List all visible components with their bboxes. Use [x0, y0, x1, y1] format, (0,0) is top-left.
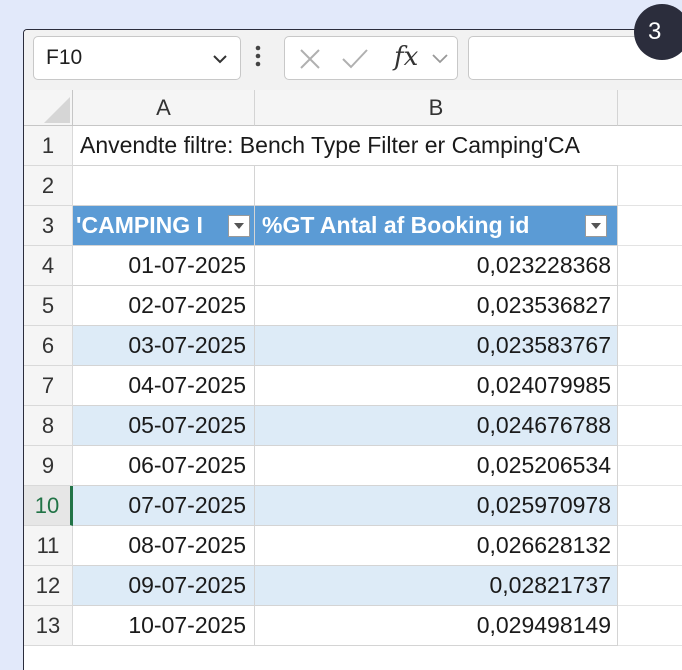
empty-cell[interactable] [618, 606, 682, 646]
table-row: 1 Anvendte filtre: Bench Type Filter er … [24, 126, 682, 166]
step-badge: 3 [634, 4, 682, 60]
row-header[interactable]: 2 [24, 166, 73, 206]
row-header[interactable]: 4 [24, 246, 73, 286]
date-cell[interactable]: 05-07-2025 [73, 406, 255, 446]
table-row: 10 07-07-2025 0,025970978 [24, 486, 682, 526]
date-cell[interactable]: 07-07-2025 [73, 486, 255, 526]
column-header-row: A B [24, 90, 682, 126]
select-all-icon [44, 97, 70, 123]
row-header[interactable]: 8 [24, 406, 73, 446]
date-cell[interactable]: 02-07-2025 [73, 286, 255, 326]
table-row: 7 04-07-2025 0,024079985 [24, 366, 682, 406]
chevron-down-icon[interactable] [210, 49, 230, 69]
cell-c1[interactable] [618, 126, 682, 166]
empty-cell[interactable] [618, 286, 682, 326]
cell-a2[interactable] [73, 166, 255, 206]
table-row: 5 02-07-2025 0,023536827 [24, 286, 682, 326]
table-row: 11 08-07-2025 0,026628132 [24, 526, 682, 566]
formula-controls: fx [284, 36, 458, 80]
column-header-a[interactable]: A [73, 90, 255, 126]
chevron-down-icon[interactable] [431, 51, 449, 67]
filter-arrow-icon [234, 223, 244, 229]
value-cell[interactable]: 0,026628132 [255, 526, 618, 566]
row-header[interactable]: 3 [24, 206, 73, 246]
empty-cell[interactable] [618, 406, 682, 446]
cancel-icon[interactable] [298, 47, 322, 71]
date-cell[interactable]: 09-07-2025 [73, 566, 255, 606]
date-cell[interactable]: 10-07-2025 [73, 606, 255, 646]
value-cell[interactable]: 0,025970978 [255, 486, 618, 526]
value-cell[interactable]: 0,029498149 [255, 606, 618, 646]
select-all-corner[interactable] [24, 90, 73, 126]
date-cell[interactable]: 03-07-2025 [73, 326, 255, 366]
value-cell[interactable]: 0,023536827 [255, 286, 618, 326]
row-header[interactable]: 6 [24, 326, 73, 366]
selected-cell-f10[interactable] [618, 486, 682, 526]
empty-cell[interactable] [618, 366, 682, 406]
more-options-icon[interactable] [254, 44, 262, 68]
filter-arrow-icon [591, 223, 601, 229]
empty-cell[interactable] [618, 566, 682, 606]
empty-cell[interactable] [618, 526, 682, 566]
row-header[interactable]: 9 [24, 446, 73, 486]
date-cell[interactable]: 08-07-2025 [73, 526, 255, 566]
row-header-active[interactable]: 10 [24, 486, 73, 526]
date-cell[interactable]: 06-07-2025 [73, 446, 255, 486]
header-cell-gt-antal[interactable]: %GT Antal af Booking id [255, 206, 618, 246]
name-box[interactable]: F10 [33, 36, 241, 80]
header-label: %GT Antal af Booking id [262, 212, 530, 238]
header-label: 'CAMPING I [76, 212, 203, 238]
value-cell[interactable]: 0,023228368 [255, 246, 618, 286]
date-cell[interactable]: 01-07-2025 [73, 246, 255, 286]
table-row: 12 09-07-2025 0,02821737 [24, 566, 682, 606]
filter-dropdown-button[interactable] [228, 215, 250, 237]
row-header[interactable]: 13 [24, 606, 73, 646]
excel-window: F10 fx A B 1 Anvendte filtre: Bench Type… [23, 29, 682, 670]
table-row: 6 03-07-2025 0,023583767 [24, 326, 682, 366]
table-row: 2 [24, 166, 682, 206]
filter-dropdown-button[interactable] [585, 215, 607, 237]
insert-function-button[interactable]: fx [394, 42, 418, 72]
cell-b2[interactable] [255, 166, 618, 206]
value-cell[interactable]: 0,02821737 [255, 566, 618, 606]
table-row: 4 01-07-2025 0,023228368 [24, 246, 682, 286]
column-header-b[interactable]: B [255, 90, 618, 126]
value-cell[interactable]: 0,023583767 [255, 326, 618, 366]
table-row: 13 10-07-2025 0,029498149 [24, 606, 682, 646]
row-header[interactable]: 7 [24, 366, 73, 406]
empty-cell[interactable] [618, 326, 682, 366]
column-header-c[interactable] [618, 90, 682, 126]
table-row: 9 06-07-2025 0,025206534 [24, 446, 682, 486]
formula-bar: F10 fx [24, 30, 682, 90]
value-cell[interactable]: 0,024079985 [255, 366, 618, 406]
cell-a1[interactable]: Anvendte filtre: Bench Type Filter er Ca… [73, 126, 633, 166]
cell-c3[interactable] [618, 206, 682, 246]
enter-check-icon[interactable] [341, 47, 369, 71]
table-header-row: 3 'CAMPING I %GT Antal af Booking id [24, 206, 682, 246]
cell-c2[interactable] [618, 166, 682, 206]
header-cell-camping[interactable]: 'CAMPING I [73, 206, 255, 246]
row-header[interactable]: 1 [24, 126, 73, 166]
value-cell[interactable]: 0,025206534 [255, 446, 618, 486]
row-header[interactable]: 12 [24, 566, 73, 606]
row-header[interactable]: 11 [24, 526, 73, 566]
empty-cell[interactable] [618, 246, 682, 286]
empty-cell[interactable] [618, 446, 682, 486]
date-cell[interactable]: 04-07-2025 [73, 366, 255, 406]
value-cell[interactable]: 0,024676788 [255, 406, 618, 446]
table-row: 8 05-07-2025 0,024676788 [24, 406, 682, 446]
name-box-value: F10 [46, 46, 83, 69]
row-header[interactable]: 5 [24, 286, 73, 326]
